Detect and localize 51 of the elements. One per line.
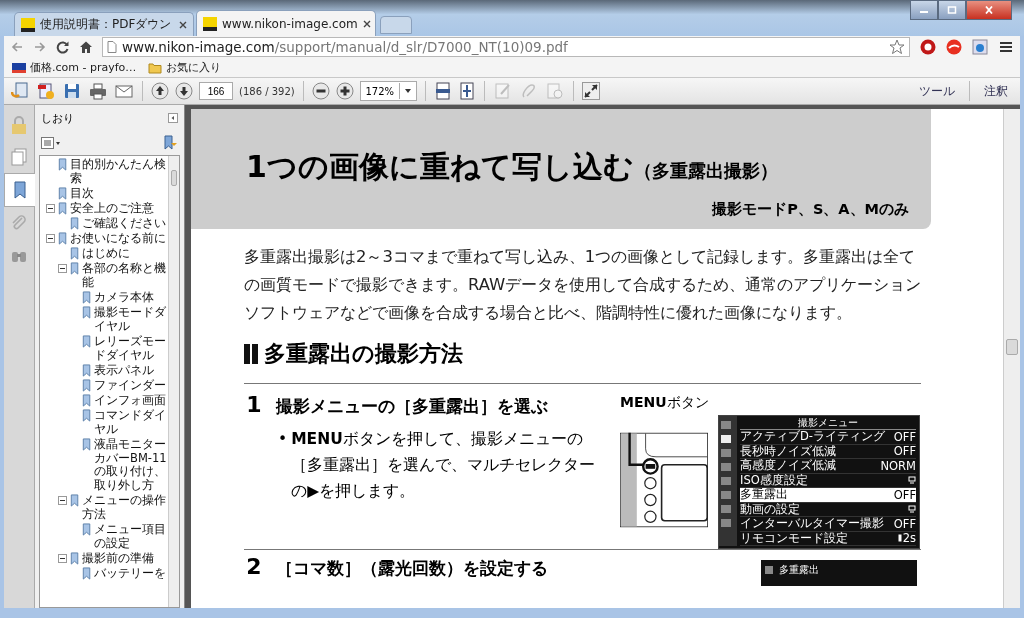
bullet: • — [278, 429, 288, 450]
browser-tab[interactable]: www.nikon-image.com — [196, 10, 376, 36]
section-heading: 多重露出の撮影方法 — [264, 340, 463, 368]
step-title: ［コマ数］（露光回数）を設定する — [276, 557, 548, 580]
menu-row: 動画の設定 — [740, 502, 916, 517]
step-title: 撮影メニューの［多重露出］を選ぶ — [276, 395, 548, 418]
intro-paragraph: 多重露出撮影は2～3コマまで重ねて写し込み、1つの画像として記録します。多重露出は全ての画質モードで撮影できます。RAWデータを使用して合成するため、通常のアプリケーションソフトウェアなどで画像を合成する場合と比べ、階調特性に優れた画像になります。 — [244, 246, 923, 324]
step-number: 1 — [245, 392, 263, 417]
menu-row: リモコンモード設定 2s — [740, 531, 916, 546]
bookmark-item[interactable]: 目的別かんたん検索 — [70, 158, 168, 186]
menu-row: 長秒時ノイズ低減 OFF — [740, 444, 916, 459]
bookmark-item[interactable]: インフォ画面 — [94, 393, 166, 408]
bookmark-item[interactable]: ご確認ください — [82, 217, 166, 231]
menu-row: 多重露出 OFF — [740, 488, 916, 503]
toolbar-link[interactable]: 注釈 — [984, 83, 1008, 99]
step-instruction: MENUボタンを押して、撮影メニューの［多重露出］を選んで、マルチセレクターの▶を押します。 — [291, 429, 597, 502]
menu-row: インターバルタイマー撮影 OFF — [740, 517, 916, 532]
bookmark-item[interactable]: バッテリーを — [94, 566, 166, 581]
bookmark-item[interactable]: 表示パネル — [94, 363, 154, 378]
bookmark-item[interactable]: 撮影モードダイヤル — [94, 306, 168, 334]
bookmark-item[interactable]: 液晶モニターカバーBM-11の取り付け、取り外し方 — [94, 437, 168, 493]
bookmark-item[interactable]: お使いになる前に — [70, 232, 166, 246]
page-title: 1つの画像に重ねて写し込む — [246, 149, 634, 184]
figure-label: MENUボタン — [620, 394, 710, 412]
title-note: （多重露出撮影） — [633, 160, 778, 181]
bookmark-item[interactable]: 目次 — [70, 186, 94, 201]
bookmark-item[interactable]: カメラ本体 — [94, 291, 154, 305]
menu-row: 高感度ノイズ低減 NORM — [740, 459, 916, 474]
bookmark-item[interactable]: メニューの操作方法 — [82, 494, 168, 522]
toolbar-link[interactable]: ツール — [919, 83, 955, 99]
bookmark-item[interactable]: 各部の名称と機能 — [82, 262, 168, 290]
bookmark-item[interactable]: ファインダー — [94, 378, 166, 393]
browser-tab[interactable]: 使用説明書：PDFダウン — [14, 12, 194, 36]
zoom-dropdown[interactable]: 172% — [359, 81, 417, 101]
bookmark-item[interactable]: 安全上のご注意 — [70, 201, 154, 216]
page-count: (186 / 392) — [239, 85, 295, 97]
bookmark-item[interactable]: はじめに — [82, 247, 130, 261]
address-field[interactable]: www.nikon-image.com/support/manual/d_slr/D7000_NT(10)09.pdf — [102, 37, 910, 57]
bookmark-item[interactable]: レリーズモードダイヤル — [94, 334, 168, 363]
menu-row: アクティブD-ライティング OFF — [740, 430, 916, 445]
page-number-field[interactable]: 166 — [199, 82, 233, 100]
bookmark-item[interactable]: メニュー項目の設定 — [94, 522, 168, 551]
menu-title: 撮影メニュー — [740, 416, 916, 430]
bookmark-item[interactable]: コマンドダイヤル — [94, 409, 168, 437]
bookmark-item[interactable]: 撮影前の準備 — [82, 551, 154, 566]
bookmark-link[interactable]: 価格.com - prayfo… — [12, 60, 137, 75]
menu-title: 多重露出 — [779, 563, 819, 577]
mode-note: 撮影モードP、S、A、Mのみ — [711, 200, 909, 219]
bookmark-link[interactable]: お気に入り — [148, 60, 222, 75]
panel-title: しおり — [41, 110, 74, 126]
step-number: 2 — [245, 554, 263, 579]
